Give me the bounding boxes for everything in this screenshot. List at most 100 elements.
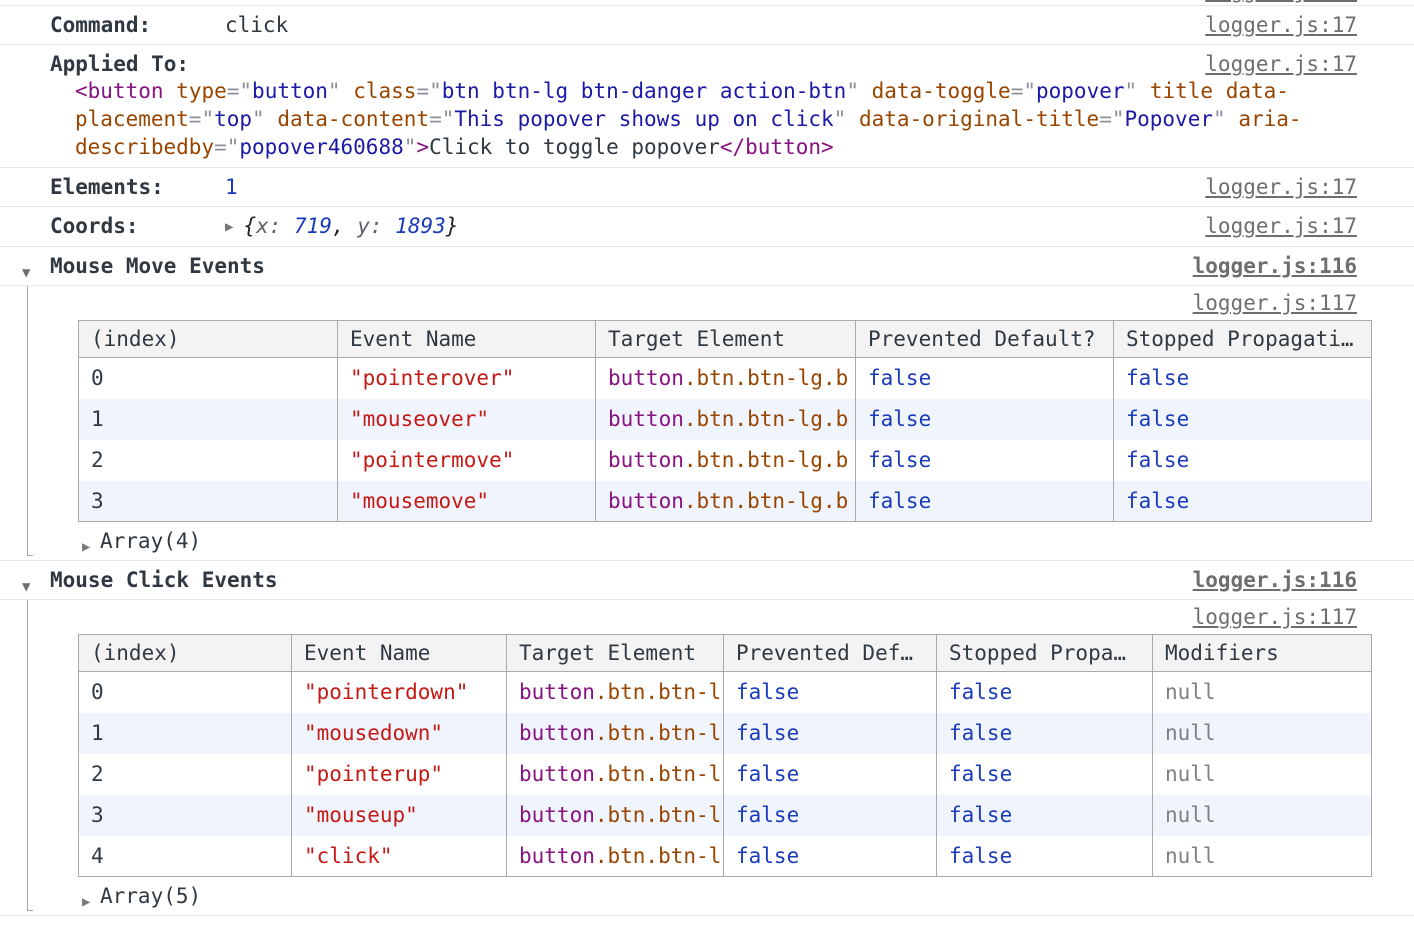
array-summary: ▶ Array(4)	[0, 522, 1414, 560]
cell-stopped: false	[1114, 440, 1372, 481]
source-link[interactable]: logger.js:17	[1205, 0, 1357, 3]
cell-index: 0	[79, 358, 338, 399]
cell-prevented: false	[724, 672, 937, 713]
table-header-row: (index)Event NameTarget ElementPrevented…	[79, 321, 1372, 358]
table-row: 2"pointermove"button.btn.btn-lg.bfalsefa…	[79, 440, 1372, 481]
elements-row: Elements:1 logger.js:17	[0, 168, 1414, 207]
source-link[interactable]: logger.js:17	[1205, 51, 1357, 77]
cell-index: 1	[79, 713, 292, 754]
group-content-mouse-move: logger.js:117 (index)Event NameTarget El…	[0, 286, 1414, 561]
column-header[interactable]: Target Element	[596, 321, 856, 358]
cell-target: button.btn.btn-l	[507, 754, 724, 795]
expand-triangle-icon[interactable]: ▶	[82, 889, 90, 915]
expand-triangle-icon[interactable]: ▶	[82, 534, 90, 560]
cell-event: "click"	[292, 836, 507, 877]
cell-event: "mouseup"	[292, 795, 507, 836]
console-table-mouse-click: (index)Event NameTarget ElementPrevented…	[78, 634, 1372, 877]
column-header[interactable]: Prevented Default?	[856, 321, 1114, 358]
source-link[interactable]: logger.js:17	[1205, 12, 1357, 38]
cell-event: "pointermove"	[338, 440, 596, 481]
cell-event: "pointerup"	[292, 754, 507, 795]
group-indent-line	[27, 286, 28, 556]
source-link[interactable]: logger.js:116	[1193, 567, 1357, 593]
command-label: Command:	[50, 12, 225, 38]
column-header[interactable]: Event Name	[338, 321, 596, 358]
group-indent-line	[27, 600, 28, 911]
table-header-row: (index)Event NameTarget ElementPrevented…	[79, 635, 1372, 672]
cell-stopped: false	[1114, 358, 1372, 399]
command-row: Command:click logger.js:17	[0, 6, 1414, 45]
cell-target: button.btn.btn-l	[507, 836, 724, 877]
cell-target: button.btn.btn-lg.b	[596, 481, 856, 522]
array-summary: ▶ Array(5)	[0, 877, 1414, 915]
code-line: describedby="popover460688">Click to tog…	[75, 133, 1357, 161]
table-row: 0"pointerover"button.btn.btn-lg.bfalsefa…	[79, 358, 1372, 399]
array-label: Array(4)	[100, 529, 201, 553]
table-row: 3"mouseup"button.btn.btn-lfalsefalsenull	[79, 795, 1372, 836]
cell-stopped: false	[1114, 399, 1372, 440]
cell-index: 2	[79, 440, 338, 481]
column-header[interactable]: Event Name	[292, 635, 507, 672]
cell-target: button.btn.btn-lg.b	[596, 440, 856, 481]
collapse-triangle-icon[interactable]: ▼	[22, 574, 30, 600]
column-header[interactable]: (index)	[79, 321, 338, 358]
cell-event: "mouseover"	[338, 399, 596, 440]
cell-target: button.btn.btn-l	[507, 713, 724, 754]
column-header[interactable]: Stopped Propagati…	[1114, 321, 1372, 358]
cell-stopped: false	[937, 836, 1153, 877]
cell-index: 1	[79, 399, 338, 440]
coords-object-preview: {x: 719, y: 1893}	[243, 214, 458, 238]
source-link[interactable]: logger.js:17	[1205, 213, 1357, 239]
group-header-mouse-click-events[interactable]: ▼ Mouse Click Events logger.js:116	[0, 561, 1414, 600]
table-row: 0"pointerdown"button.btn.btn-lfalsefalse…	[79, 672, 1372, 713]
cell-stopped: false	[937, 754, 1153, 795]
array-label: Array(5)	[100, 884, 201, 908]
cell-event: "mousedown"	[292, 713, 507, 754]
source-link[interactable]: logger.js:17	[1205, 174, 1357, 200]
group-content-mouse-click: logger.js:117 (index)Event NameTarget El…	[0, 600, 1414, 916]
table-row: 1"mousedown"button.btn.btn-lfalsefalsenu…	[79, 713, 1372, 754]
group-header-mouse-move-events[interactable]: ▼ Mouse Move Events logger.js:116	[0, 247, 1414, 286]
cell-modifiers: null	[1153, 672, 1372, 713]
group-title: Mouse Move Events	[50, 254, 265, 278]
source-link[interactable]: logger.js:116	[1193, 253, 1357, 279]
cell-index: 0	[79, 672, 292, 713]
column-header[interactable]: Stopped Propa…	[937, 635, 1153, 672]
expand-triangle-icon[interactable]: ▶	[225, 214, 233, 240]
cell-stopped: false	[937, 672, 1153, 713]
console-log-panel: logger.js:17 Command:click logger.js:17 …	[0, 0, 1414, 916]
cell-index: 4	[79, 836, 292, 877]
cell-index: 3	[79, 795, 292, 836]
cell-target: button.btn.btn-lg.b	[596, 399, 856, 440]
source-link[interactable]: logger.js:117	[1193, 605, 1357, 629]
column-header[interactable]: (index)	[79, 635, 292, 672]
collapse-triangle-icon[interactable]: ▼	[22, 260, 30, 286]
cell-index: 3	[79, 481, 338, 522]
table-row: 2"pointerup"button.btn.btn-lfalsefalsenu…	[79, 754, 1372, 795]
cell-stopped: false	[1114, 481, 1372, 522]
cell-event: "mousemove"	[338, 481, 596, 522]
elements-value: 1	[225, 175, 238, 199]
cell-prevented: false	[856, 358, 1114, 399]
cell-target: button.btn.btn-l	[507, 672, 724, 713]
cell-modifiers: null	[1153, 713, 1372, 754]
cell-modifiers: null	[1153, 836, 1372, 877]
cell-target: button.btn.btn-lg.b	[596, 358, 856, 399]
html-code-block: <button type="button" class="btn btn-lg …	[75, 77, 1357, 161]
column-header[interactable]: Modifiers	[1153, 635, 1372, 672]
cell-event: "pointerover"	[338, 358, 596, 399]
cell-prevented: false	[856, 440, 1114, 481]
cell-stopped: false	[937, 795, 1153, 836]
table-row: 3"mousemove"button.btn.btn-lg.bfalsefals…	[79, 481, 1372, 522]
column-header[interactable]: Target Element	[507, 635, 724, 672]
cell-event: "pointerdown"	[292, 672, 507, 713]
coords-label: Coords:	[50, 213, 225, 239]
code-line: placement="top" data-content="This popov…	[75, 105, 1357, 133]
group-title: Mouse Click Events	[50, 568, 278, 592]
cell-prevented: false	[856, 481, 1114, 522]
column-header[interactable]: Prevented Def…	[724, 635, 937, 672]
table-source-row: logger.js:117	[0, 600, 1414, 634]
cell-modifiers: null	[1153, 754, 1372, 795]
source-link[interactable]: logger.js:117	[1193, 291, 1357, 315]
table-source-row: logger.js:117	[0, 286, 1414, 320]
